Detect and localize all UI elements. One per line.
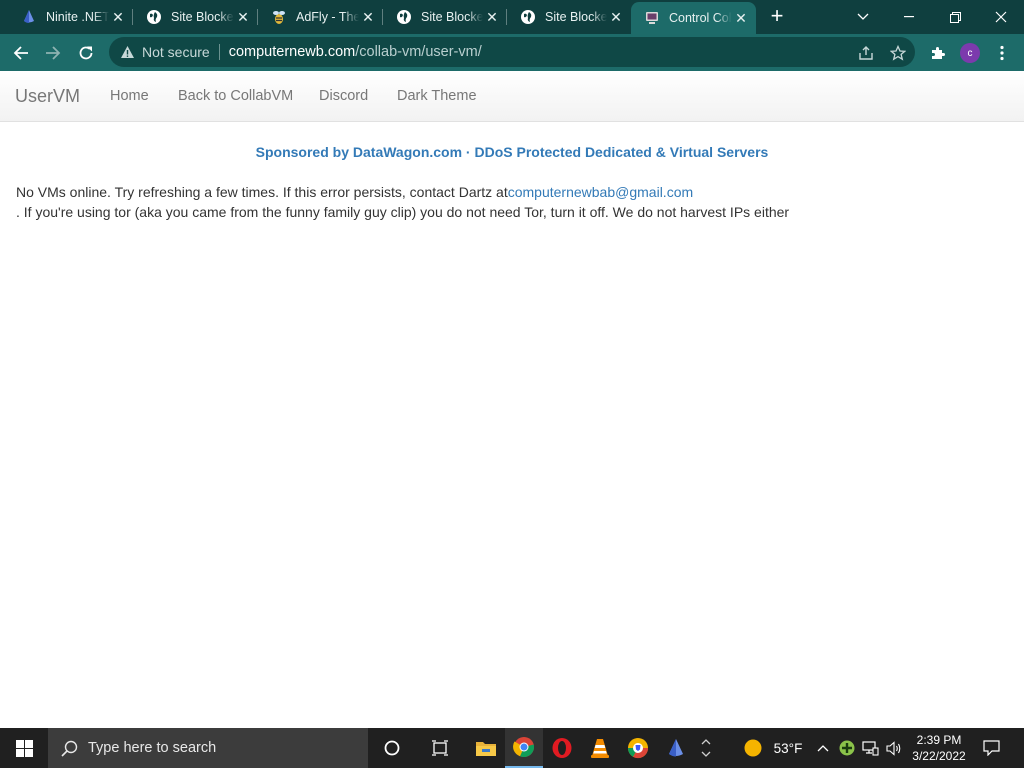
clock-time: 2:39 PM [916, 733, 962, 747]
tab-search-chevron-icon[interactable] [840, 0, 886, 34]
adfly-bee-icon [271, 9, 287, 25]
opera-icon[interactable] [543, 728, 581, 768]
taskbar-scroll-arrows-icon[interactable] [697, 728, 715, 768]
close-tab-icon[interactable]: ✕ [607, 8, 625, 26]
tab-site-blocked-2[interactable]: Site Blocked ✕ [383, 0, 507, 34]
task-view-icon[interactable] [421, 728, 459, 768]
new-tab-button[interactable]: + [766, 5, 788, 28]
security-shield-tray-icon[interactable] [837, 728, 857, 768]
bookmark-star-icon[interactable] [889, 44, 907, 62]
collabvm-icon [644, 10, 660, 26]
tab-ninite[interactable]: Ninite .NET ✕ [8, 0, 133, 34]
show-hidden-icons-chevron-icon[interactable] [814, 728, 832, 768]
system-clock[interactable]: 2:39 PM 3/22/2022 [904, 732, 974, 764]
forward-arrow-icon[interactable] [39, 39, 67, 67]
close-window-button[interactable] [978, 0, 1024, 34]
url-text[interactable]: computernewb.com/collab-vm/user-vm/ [229, 44, 482, 60]
contact-email-link[interactable]: computernewbab@gmail.com [508, 184, 693, 200]
reload-icon[interactable] [72, 39, 100, 67]
restore-button[interactable] [932, 0, 978, 34]
search-icon [60, 739, 78, 757]
extensions-puzzle-icon[interactable] [927, 42, 949, 64]
notification-center-icon[interactable] [980, 728, 1002, 768]
search-placeholder: Type here to search [88, 740, 217, 756]
globe-icon [146, 9, 162, 25]
volume-speaker-icon[interactable] [884, 728, 904, 768]
tab-title: Control Col [669, 11, 732, 25]
tab-title: Site Blocked [421, 10, 483, 24]
tab-title: AdFly - The [296, 10, 359, 24]
nav-link-dark-theme[interactable]: Dark Theme [397, 88, 477, 104]
address-bar[interactable]: Not secure computernewb.com/collab-vm/us… [109, 37, 915, 67]
nav-link-home[interactable]: Home [110, 88, 149, 104]
brave-like-browser-icon[interactable] [619, 728, 657, 768]
weather-sun-icon[interactable] [740, 728, 766, 768]
sponsor-link[interactable]: Sponsored by DataWagon.com · DDoS Protec… [0, 144, 1024, 160]
site-navbar: UserVM Home Back to CollabVM Discord Dar… [0, 71, 1024, 122]
tab-title: Site Blocked [171, 10, 234, 24]
tab-title: Ninite .NET [46, 10, 109, 24]
windows-taskbar: Type here to search 53°F 2:39 PM 3/22/20… [0, 728, 1024, 768]
vlc-icon[interactable] [581, 728, 619, 768]
tab-strip: Ninite .NET ✕ Site Blocked ✕ AdFly - The… [0, 0, 1024, 34]
omnibox-divider [218, 44, 220, 60]
profile-avatar[interactable]: c [960, 43, 980, 63]
close-tab-icon[interactable]: ✕ [234, 8, 252, 26]
close-tab-icon[interactable]: ✕ [359, 8, 377, 26]
browser-toolbar: Not secure computernewb.com/collab-vm/us… [0, 34, 1024, 71]
close-tab-icon[interactable]: ✕ [732, 9, 750, 27]
url-host: computernewb.com [228, 44, 356, 60]
tab-title: Site Blocked [545, 10, 607, 24]
ninite-icon [21, 9, 37, 25]
file-explorer-icon[interactable] [467, 728, 505, 768]
network-icon[interactable] [860, 728, 880, 768]
clock-date: 3/22/2022 [912, 749, 966, 763]
warning-triangle-icon[interactable] [119, 44, 135, 60]
close-tab-icon[interactable]: ✕ [483, 8, 501, 26]
site-brand[interactable]: UserVM [15, 86, 80, 107]
close-tab-icon[interactable]: ✕ [109, 8, 127, 26]
error-message-text: No VMs online. Try refreshing a few time… [16, 184, 508, 200]
nav-link-back-to-collabvm[interactable]: Back to CollabVM [178, 88, 293, 104]
nav-link-discord[interactable]: Discord [319, 88, 368, 104]
taskbar-search-box[interactable]: Type here to search [48, 728, 368, 768]
security-status-label[interactable]: Not secure [142, 44, 210, 60]
globe-icon [520, 9, 536, 25]
back-arrow-icon[interactable] [7, 39, 35, 67]
globe-icon [396, 9, 412, 25]
tab-adfly[interactable]: AdFly - The ✕ [258, 0, 383, 34]
chrome-icon[interactable] [505, 728, 543, 768]
tab-site-blocked-1[interactable]: Site Blocked ✕ [133, 0, 258, 34]
url-path: /collab-vm/user-vm/ [355, 44, 482, 60]
kebab-menu-icon[interactable] [991, 42, 1013, 64]
cortana-icon[interactable] [373, 728, 411, 768]
windows-start-icon[interactable] [0, 728, 48, 768]
share-icon[interactable] [857, 44, 875, 62]
ninite-icon[interactable] [657, 728, 695, 768]
error-message-line-1: No VMs online. Try refreshing a few time… [16, 184, 693, 200]
weather-temperature[interactable]: 53°F [768, 728, 808, 768]
error-message-line-2: . If you're using tor (aka you came from… [16, 204, 790, 220]
tab-site-blocked-3[interactable]: Site Blocked ✕ [507, 0, 631, 34]
tab-control-collabvm[interactable]: Control Col ✕ [631, 2, 756, 34]
minimize-button[interactable] [886, 0, 932, 34]
